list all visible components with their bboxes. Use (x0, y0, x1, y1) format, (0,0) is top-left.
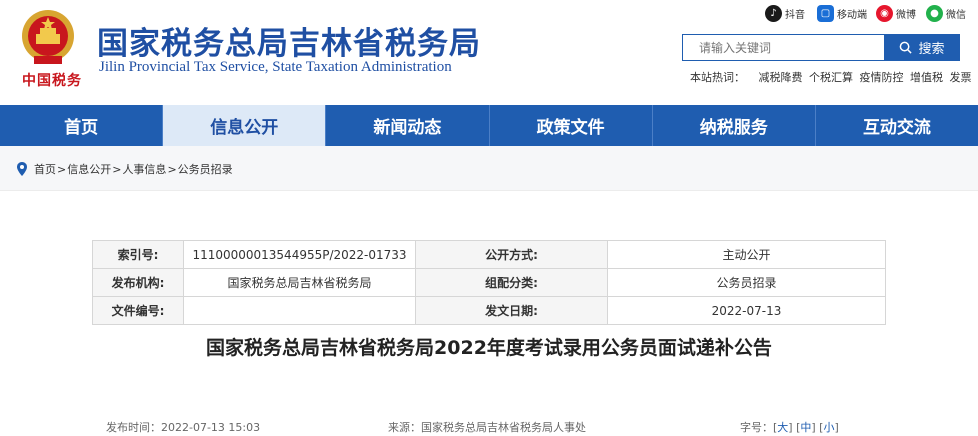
mobile-icon: ▢ (817, 4, 834, 22)
hot-word-link[interactable]: 疫情防控 (860, 71, 904, 84)
search-button-label: 搜索 (918, 42, 945, 57)
article-source: 来源：国家税务总局吉林省税务局人事处 (388, 421, 586, 434)
nav-item-home[interactable]: 首页 (0, 105, 164, 146)
hot-word-link[interactable]: 减税降费 (759, 71, 803, 84)
open-mode-value: 主动公开 (607, 240, 886, 269)
hot-word-link[interactable]: 发票 (950, 71, 972, 84)
font-size-switcher: 字号：[大] [中] [小] (740, 421, 839, 434)
main-nav: 首页 信息公开 新闻动态 政策文件 纳税服务 互动交流 (0, 105, 978, 146)
nav-item-tax-service[interactable]: 纳税服务 (653, 105, 816, 146)
breadcrumb-bar: 首页 > 信息公开 > 人事信息 > 公务员招录 (0, 146, 978, 191)
publisher-label: 发布机构: (92, 268, 184, 297)
table-row: 索引号: 11100000013544955P/2022-01733 公开方式:… (92, 240, 886, 269)
site-subtitle: Jilin Provincial Tax Service, State Taxa… (99, 59, 452, 75)
doc-no-label: 文件编号: (92, 296, 184, 325)
breadcrumb-personnel-info[interactable]: 人事信息 (122, 161, 166, 177)
publish-time: 发布时间：2022-07-13 15:03 (106, 421, 261, 434)
breadcrumb: 首页 > 信息公开 > 人事信息 > 公务员招录 (16, 161, 233, 177)
breadcrumb-info-disclosure[interactable]: 信息公开 (67, 161, 111, 177)
weibo-icon: ◉ (876, 4, 893, 22)
font-size-medium[interactable]: 中 (800, 421, 811, 434)
douyin-icon: ♪ (765, 4, 782, 22)
breadcrumb-home[interactable]: 首页 (34, 161, 56, 177)
douyin-link[interactable]: ♪ 抖音 (765, 3, 805, 23)
site-title: 国家税务总局吉林省税务局 (97, 26, 481, 62)
font-size-large[interactable]: 大 (777, 421, 788, 434)
table-row: 发布机构: 国家税务总局吉林省税务局 组配分类: 公务员招录 (92, 268, 886, 297)
open-mode-label: 公开方式: (415, 240, 608, 269)
national-emblem-icon (22, 10, 74, 64)
wechat-icon: ● (926, 4, 943, 22)
hot-words-label: 本站热词： (690, 71, 745, 84)
location-pin-icon (17, 162, 27, 176)
table-row: 文件编号: 发文日期: 2022-07-13 (92, 296, 886, 325)
publisher-value: 国家税务总局吉林省税务局 (183, 268, 416, 297)
weibo-label: 微博 (896, 9, 916, 21)
date-label: 发文日期: (415, 296, 608, 325)
doc-no-value (183, 296, 416, 325)
category-value: 公务员招录 (607, 268, 886, 297)
hot-word-link[interactable]: 增值税 (910, 71, 943, 84)
nav-item-interaction[interactable]: 互动交流 (816, 105, 978, 146)
wechat-label: 微信 (946, 9, 966, 21)
index-label: 索引号: (92, 240, 184, 269)
breadcrumb-separator: > (112, 162, 122, 176)
search-button[interactable]: 搜索 (884, 34, 960, 61)
breadcrumb-separator: > (57, 162, 67, 176)
hot-words: 本站热词： 减税降费 个税汇算 疫情防控 增值税 发票 (690, 69, 975, 85)
article-title: 国家税务总局吉林省税务局2022年度考试录用公务员面试递补公告 (206, 337, 772, 359)
search-icon (900, 41, 913, 54)
weibo-link[interactable]: ◉ 微博 (876, 3, 916, 23)
nav-item-news[interactable]: 新闻动态 (326, 105, 490, 146)
font-size-label: 字号：[ (740, 421, 778, 434)
index-value: 11100000013544955P/2022-01733 (183, 240, 416, 269)
nav-item-policy[interactable]: 政策文件 (490, 105, 653, 146)
breadcrumb-civil-servant-recruitment[interactable]: 公务员招录 (178, 161, 233, 177)
brand-script: 中国税务 (22, 73, 82, 89)
mobile-label: 移动端 (837, 9, 867, 21)
font-size-small[interactable]: 小 (823, 421, 834, 434)
site-header: 中国税务 国家税务总局吉林省税务局 Jilin Provincial Tax S… (0, 0, 978, 105)
search-input[interactable] (682, 34, 884, 61)
document-info-table: 索引号: 11100000013544955P/2022-01733 公开方式:… (92, 240, 886, 325)
douyin-label: 抖音 (785, 9, 805, 21)
breadcrumb-separator: > (167, 162, 177, 176)
wechat-link[interactable]: ● 微信 (926, 3, 966, 23)
hot-word-link[interactable]: 个税汇算 (809, 71, 853, 84)
category-label: 组配分类: (415, 268, 608, 297)
nav-item-info-disclosure[interactable]: 信息公开 (163, 105, 327, 146)
date-value: 2022-07-13 (607, 296, 886, 325)
mobile-link[interactable]: ▢ 移动端 (817, 3, 867, 23)
